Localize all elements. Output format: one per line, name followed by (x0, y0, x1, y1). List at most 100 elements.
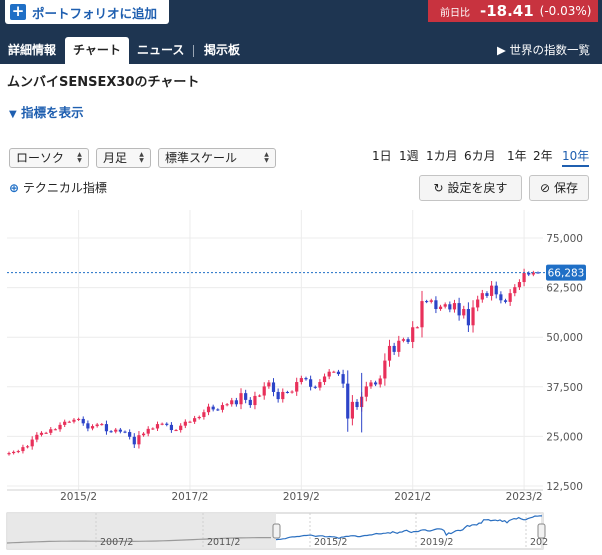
candle-body (12, 451, 16, 454)
candle-body (378, 378, 382, 385)
candle-body (234, 400, 238, 405)
x-tick-label: 2017/2 (171, 491, 208, 503)
candle-body (216, 409, 220, 411)
candle-body (411, 327, 415, 342)
candle-body (81, 418, 85, 424)
y-tick-label: 25,000 (546, 431, 583, 443)
candle-body (295, 382, 299, 392)
candle-body (118, 429, 122, 432)
navigator-label: 2019/2 (420, 537, 453, 548)
candle-body (276, 391, 280, 400)
candle-body (332, 371, 336, 373)
y-tick-label: 12,500 (546, 481, 583, 493)
candle-body (95, 424, 99, 427)
candle-body (425, 301, 429, 303)
candle-body (21, 447, 25, 452)
candle-body (35, 434, 39, 440)
navigator-label: 2015/2 (314, 537, 347, 548)
candle-body (397, 340, 401, 352)
candle-body (466, 309, 470, 326)
candle-body (322, 376, 327, 383)
candle-body (257, 395, 262, 397)
candle-body (489, 285, 494, 296)
navigator-label: 202 (530, 537, 548, 548)
candle-body (202, 412, 206, 417)
candle-body (392, 345, 396, 352)
candle-body (341, 374, 345, 384)
candle-body (220, 405, 225, 410)
candle-body (271, 382, 276, 392)
navigator-right-handle[interactable] (537, 523, 546, 539)
candle-body (128, 432, 132, 437)
candle-body (438, 306, 443, 310)
candle-body (387, 345, 392, 361)
candle-body (155, 424, 160, 429)
candle-body (517, 282, 522, 288)
candle-body (169, 424, 174, 431)
candle-body (63, 421, 67, 425)
candle-body (318, 382, 322, 388)
candle-body (239, 393, 243, 405)
x-tick-label: 2021/2 (394, 491, 431, 503)
candle-body (53, 429, 58, 431)
candle-body (132, 436, 136, 445)
candle-body (197, 416, 201, 419)
candle-body (508, 293, 512, 302)
candle-body (72, 419, 76, 422)
candle-body (299, 378, 303, 383)
candle-body (262, 386, 266, 396)
x-tick-label: 2023/2 (506, 491, 543, 503)
candle-body (527, 272, 531, 275)
candle-body (406, 339, 410, 342)
candle-body (513, 287, 517, 294)
candle-body (248, 399, 252, 406)
candle-body (476, 299, 480, 308)
candle-body (420, 301, 424, 328)
candle-body (244, 393, 248, 400)
candle-body (225, 404, 229, 406)
candle-body (188, 421, 192, 423)
candle-body (364, 386, 368, 397)
candle-body (346, 383, 350, 419)
candle-body (480, 293, 484, 300)
candle-body (267, 382, 271, 387)
candle-body (369, 382, 373, 387)
candle-body (174, 430, 178, 432)
last-price-label: 66,283 (548, 268, 585, 280)
candle-body (211, 406, 215, 410)
candle-body (452, 303, 457, 310)
candle-body (67, 421, 71, 423)
y-tick-label: 62,500 (546, 283, 583, 295)
candle-body (401, 339, 406, 341)
candle-body (304, 378, 308, 380)
candle-body (90, 426, 95, 429)
candle-body (522, 272, 526, 283)
candle-body (77, 418, 81, 420)
candle-body (151, 428, 155, 430)
candle-body (434, 300, 438, 310)
candle-body (415, 327, 419, 329)
candle-body (494, 285, 498, 295)
candle-body (16, 451, 20, 453)
x-tick-label: 2019/2 (283, 491, 320, 503)
candle-body (30, 439, 34, 447)
candle-body (58, 424, 62, 430)
candle-body (100, 424, 104, 426)
candle-body (429, 300, 433, 302)
candle-body (285, 391, 290, 393)
navigator-left-handle[interactable] (272, 523, 281, 539)
candlestick-chart: 75,000 62,500 50,000 37,500 25,000 12,500 2015… (6, 210, 586, 550)
candle-body (373, 382, 378, 385)
candle-body (86, 423, 90, 429)
candle-body (183, 421, 187, 426)
candle-body (49, 429, 53, 433)
candle-body (7, 453, 11, 455)
y-tick-label: 37,500 (546, 382, 583, 394)
x-tick-label: 2015/2 (60, 491, 97, 503)
candle-body (350, 401, 354, 419)
candle-body (253, 395, 257, 406)
candle-body (114, 429, 118, 432)
candle-body (443, 304, 447, 307)
y-tick-label: 75,000 (546, 233, 583, 245)
candle-body (457, 303, 461, 316)
